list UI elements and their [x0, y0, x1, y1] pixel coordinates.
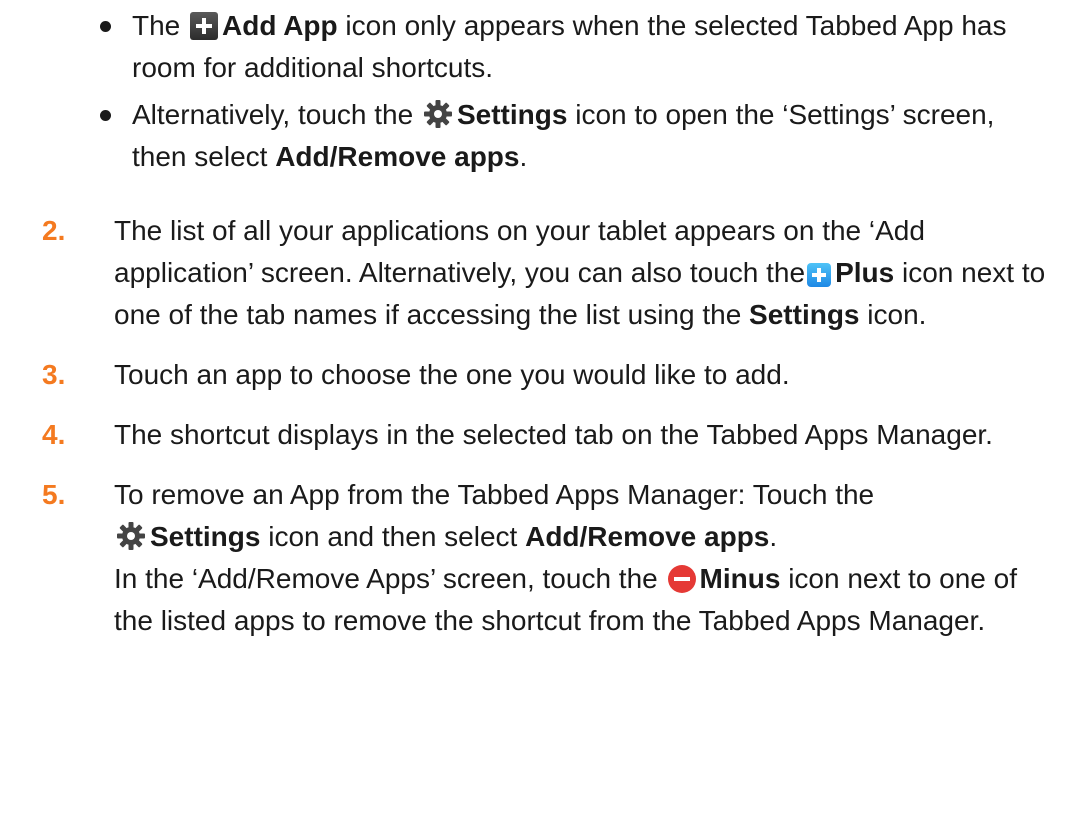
bullet-bold-add-app: Add App — [222, 10, 338, 41]
step-text: icon. — [867, 299, 927, 330]
gear-icon — [423, 99, 453, 129]
step-2: 2. The list of all your applications on … — [42, 210, 1057, 336]
step-bold-minus: Minus — [699, 563, 781, 594]
step-text: Touch an app to choose the one you would… — [114, 359, 790, 390]
step-bold-settings: Settings — [150, 521, 261, 552]
step-bold-plus: Plus — [835, 257, 895, 288]
step-number: 2. — [42, 215, 66, 246]
bullet-text-prefix: Alternatively, touch the — [132, 99, 414, 130]
bullet-add-app: The Add App icon only appears when the s… — [90, 5, 1050, 89]
minus-icon — [667, 565, 696, 593]
bullet-bold-add-remove: Add/Remove apps — [275, 141, 520, 172]
step-text: icon and then select — [268, 521, 518, 552]
step-3: 3. Touch an app to choose the one you wo… — [42, 354, 1057, 396]
step-number: 4. — [42, 419, 66, 450]
step-number: 3. — [42, 359, 66, 390]
plus-icon — [807, 263, 832, 287]
bullet-bold-settings: Settings — [456, 99, 568, 130]
step-text: To remove an App from the Tabbed Apps Ma… — [114, 479, 875, 510]
bullet-settings: Alternatively, touch the Settings icon t… — [90, 94, 1050, 178]
add-square-icon — [190, 12, 219, 40]
gear-icon — [116, 521, 146, 551]
step-text: . — [769, 521, 778, 552]
step-text: In the ‘Add/Remove Apps’ screen, touch t… — [114, 563, 658, 594]
step-text: The list of all your applications on you… — [114, 215, 925, 288]
bullet-text-end: . — [519, 141, 528, 172]
step-4: 4. The shortcut displays in the selected… — [42, 414, 1057, 456]
bullet-list: The Add App icon only appears when the s… — [90, 5, 1050, 183]
step-text: The shortcut displays in the selected ta… — [114, 419, 993, 450]
step-bold-settings: Settings — [749, 299, 860, 330]
step-number: 5. — [42, 479, 66, 510]
step-5: 5. To remove an App from the Tabbed Apps… — [42, 474, 1057, 642]
step-bold-add-remove: Add/Remove apps — [525, 521, 770, 552]
bullet-text-prefix: The — [132, 10, 181, 41]
steps-list: 2. The list of all your applications on … — [42, 210, 1057, 660]
